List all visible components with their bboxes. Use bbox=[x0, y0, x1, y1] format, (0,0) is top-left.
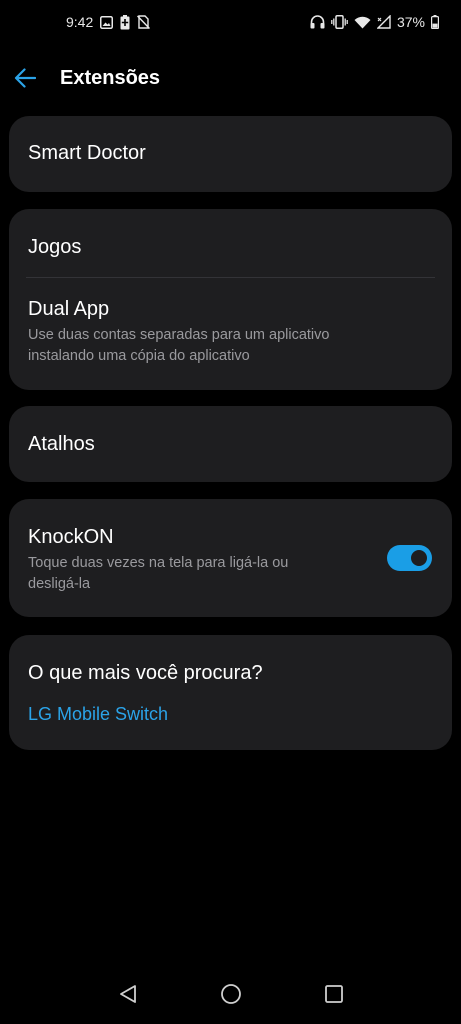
status-left: 9:42 bbox=[66, 14, 151, 30]
suggestions-title: O que mais você procura? bbox=[28, 662, 263, 684]
games-title: Jogos bbox=[28, 236, 82, 258]
knockon-item[interactable]: KnockON Toque duas vezes na tela para li… bbox=[9, 499, 452, 595]
dual-app-subtitle-line2: instalando uma cópia do aplicativo bbox=[28, 348, 250, 364]
games-item[interactable]: Jogos bbox=[9, 209, 452, 277]
nav-recents-button[interactable] bbox=[314, 974, 354, 1014]
battery-percent: 37% bbox=[396, 14, 425, 30]
knockon-subtitle-line2: desligá-la bbox=[28, 576, 91, 592]
back-triangle-icon bbox=[119, 985, 136, 1003]
lg-mobile-switch-link[interactable]: LG Mobile Switch bbox=[28, 704, 433, 725]
vibrate-icon bbox=[331, 15, 348, 29]
toggle-knob bbox=[409, 548, 429, 568]
page-title: Extensões bbox=[60, 66, 161, 89]
dual-app-title: Dual App bbox=[28, 298, 110, 320]
knockon-toggle[interactable] bbox=[387, 545, 432, 571]
headphones-icon bbox=[310, 15, 325, 29]
image-icon bbox=[100, 15, 114, 29]
smart-doctor-card[interactable]: Smart Doctor bbox=[9, 116, 452, 192]
status-bar: 9:42 37% bbox=[0, 0, 461, 44]
nav-back-button[interactable] bbox=[108, 974, 148, 1014]
status-time: 9:42 bbox=[66, 14, 94, 30]
battery-saver-icon bbox=[120, 14, 130, 30]
no-sim-icon bbox=[137, 15, 151, 29]
battery-icon bbox=[431, 15, 439, 29]
recents-square-icon bbox=[324, 985, 343, 1003]
suggestions-card: O que mais você procura? LG Mobile Switc… bbox=[9, 635, 452, 750]
shortcuts-title: Atalhos bbox=[28, 433, 95, 455]
knockon-subtitle-line1: Toque duas vezes na tela para ligá-la ou bbox=[28, 555, 289, 571]
suggestions-content: O que mais você procura? LG Mobile Switc… bbox=[9, 635, 452, 725]
status-right: 37% bbox=[310, 14, 439, 30]
wifi-icon bbox=[354, 16, 371, 29]
shortcuts-item[interactable]: Atalhos bbox=[9, 406, 452, 456]
knockon-card[interactable]: KnockON Toque duas vezes na tela para li… bbox=[9, 499, 452, 617]
dual-app-item[interactable]: Dual App Use duas contas separadas para … bbox=[9, 278, 452, 390]
smart-doctor-title: Smart Doctor bbox=[28, 142, 146, 164]
navigation-bar bbox=[0, 964, 461, 1024]
dual-app-subtitle-line1: Use duas contas separadas para um aplica… bbox=[28, 327, 330, 343]
shortcuts-card[interactable]: Atalhos bbox=[9, 406, 452, 482]
home-circle-icon bbox=[220, 984, 241, 1004]
games-dual-app-card: Jogos Dual App Use duas contas separadas… bbox=[9, 209, 452, 390]
signal-icon bbox=[376, 15, 391, 29]
nav-home-button[interactable] bbox=[211, 974, 251, 1014]
knockon-subtitle: Toque duas vezes na tela para ligá-la ou… bbox=[28, 553, 362, 595]
smart-doctor-item[interactable]: Smart Doctor bbox=[9, 116, 452, 165]
screen: 9:42 37% Extensões Smart Doctor Jogos Du… bbox=[0, 0, 461, 1024]
arrow-left-icon bbox=[14, 68, 36, 88]
knockon-title: KnockON bbox=[28, 526, 114, 548]
back-button[interactable] bbox=[14, 56, 60, 100]
dual-app-subtitle: Use duas contas separadas para um aplica… bbox=[28, 325, 433, 367]
app-bar: Extensões bbox=[0, 56, 461, 100]
